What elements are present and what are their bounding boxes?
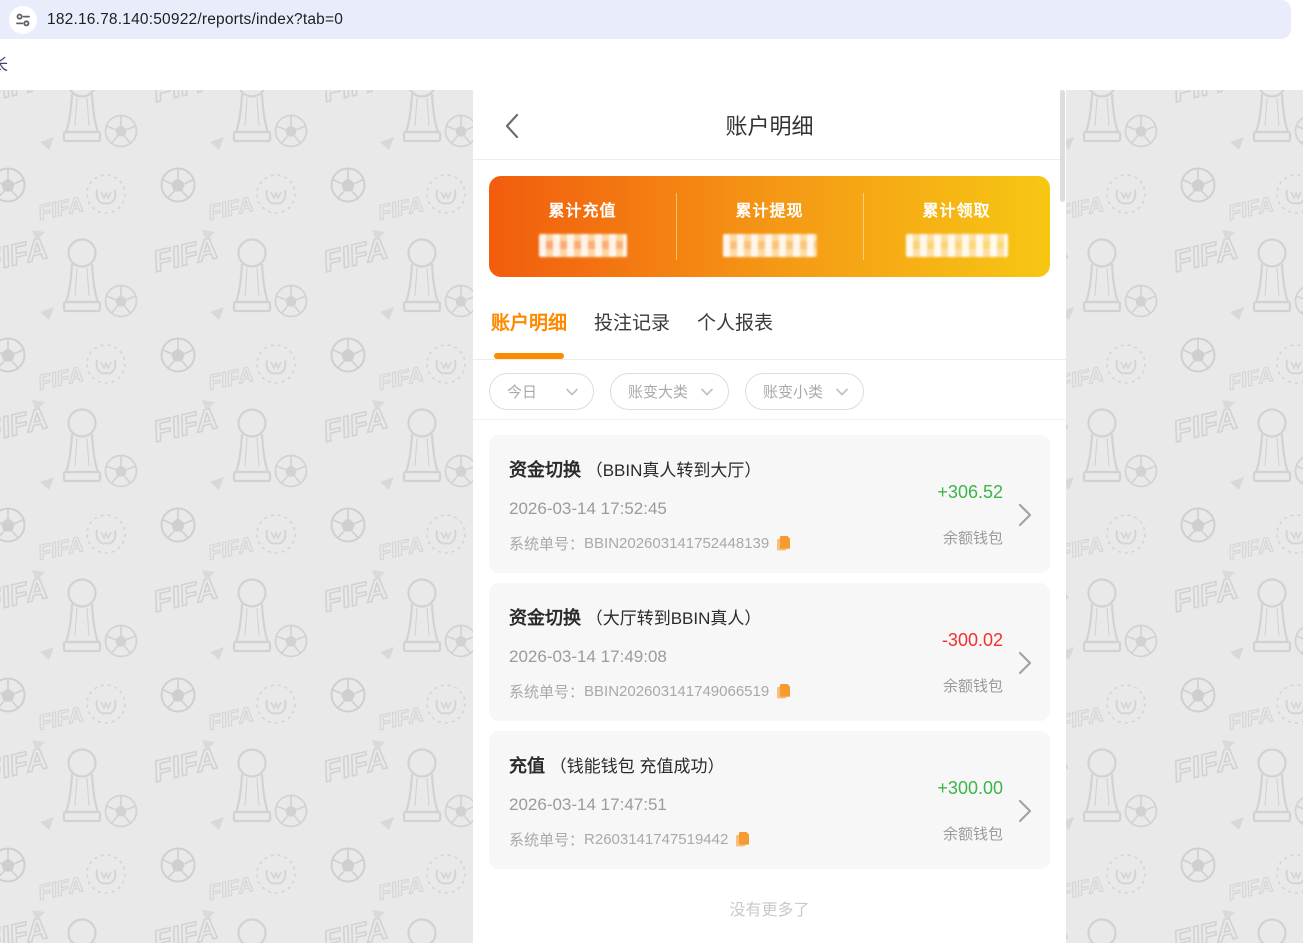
- transaction-amount: +306.52: [937, 482, 1003, 503]
- filter-major-type-dropdown[interactable]: 账变大类: [610, 373, 729, 410]
- transaction-list: 资金切换 （BBIN真人转到大厅） 2026-03-14 17:52:45 系统单号…: [473, 420, 1066, 869]
- filter-minor-type-dropdown[interactable]: 账变小类: [745, 373, 864, 410]
- transaction-info: 资金切换 （BBIN真人转到大厅） 2026-03-14 17:52:45 系统单号…: [509, 456, 937, 573]
- transaction-row[interactable]: 资金切换 （大厅转到BBIN真人） 2026-03-14 17:49:08 系统单号…: [489, 583, 1050, 721]
- panel-scrollbar-thumb[interactable]: [1060, 90, 1065, 202]
- transaction-title: 充值 （钱能钱包 充值成功）: [509, 752, 937, 778]
- transaction-amount: -300.02: [942, 630, 1003, 651]
- transaction-title: 资金切换 （大厅转到BBIN真人）: [509, 604, 942, 630]
- order-number-label: 系统单号：: [509, 681, 584, 702]
- transaction-type: 资金切换: [509, 608, 581, 628]
- tab-bet-records[interactable]: 投注记录: [594, 313, 670, 359]
- copy-icon[interactable]: [776, 683, 791, 700]
- transaction-row[interactable]: 充值 （钱能钱包 充值成功） 2026-03-14 17:47:51 系统单号：R2…: [489, 731, 1050, 869]
- order-number-row: 系统单号：BBIN202603141749066519: [509, 681, 942, 702]
- transaction-amount-block: +300.00 余额钱包: [937, 752, 1003, 869]
- copy-icon[interactable]: [735, 831, 750, 848]
- filter-date-dropdown[interactable]: 今日: [489, 373, 594, 410]
- order-number: BBIN202603141749066519: [584, 683, 769, 700]
- chevron-right-icon: [1018, 651, 1032, 675]
- transaction-datetime: 2026-03-14 17:47:51: [509, 795, 937, 815]
- order-number-label: 系统单号：: [509, 533, 584, 554]
- order-number-label: 系统单号：: [509, 829, 584, 850]
- transaction-type: 充值: [509, 756, 545, 776]
- filter-label: 账变大类: [628, 381, 688, 402]
- copy-icon[interactable]: [776, 535, 791, 552]
- chevron-down-icon: [836, 383, 848, 400]
- transaction-datetime: 2026-03-14 17:49:08: [509, 647, 942, 667]
- filter-label: 账变小类: [763, 381, 823, 402]
- back-button[interactable]: [504, 113, 520, 139]
- masked-value: [723, 234, 817, 257]
- no-more-text: 没有更多了: [473, 896, 1066, 920]
- tab-personal-report[interactable]: 个人报表: [697, 313, 773, 359]
- transaction-amount-block: +306.52 余额钱包: [937, 456, 1003, 573]
- browser-address-bar[interactable]: 182.16.78.140:50922/reports/index?tab=0: [0, 0, 1291, 39]
- wallet-label: 余额钱包: [943, 527, 1003, 548]
- account-panel: 账户明细 累计充值累计提现累计领取 账户明细投注记录个人报表 今日账变大类账变小…: [473, 90, 1066, 943]
- site-settings-icon[interactable]: [9, 6, 37, 34]
- panel-header: 账户明细: [473, 90, 1066, 160]
- chevron-right-icon: [1018, 503, 1032, 527]
- transaction-datetime: 2026-03-14 17:52:45: [509, 499, 937, 519]
- transaction-subtitle: （大厅转到BBIN真人）: [581, 609, 761, 628]
- chevron-right-icon: [1018, 799, 1032, 823]
- summary-card: 累计充值 累计提现 累计领取: [489, 176, 1050, 277]
- transaction-subtitle: （钱能钱包 充值成功）: [545, 757, 724, 776]
- summary-item-1: 累计提现: [676, 176, 863, 277]
- transaction-type: 资金切换: [509, 460, 581, 480]
- page-title: 账户明细: [725, 109, 813, 141]
- chevron-down-icon: [566, 383, 578, 400]
- filter-bar: 今日 账变大类 账变小类: [489, 373, 1050, 410]
- wallet-label: 余额钱包: [943, 675, 1003, 696]
- summary-item-0: 累计充值: [489, 176, 676, 277]
- order-number: R2603141747519442: [584, 831, 728, 848]
- chevron-down-icon: [701, 383, 713, 400]
- filter-label: 今日: [507, 381, 537, 402]
- transaction-info: 充值 （钱能钱包 充值成功） 2026-03-14 17:47:51 系统单号：R2…: [509, 752, 937, 869]
- transaction-amount-block: -300.02 余额钱包: [942, 604, 1003, 721]
- tab-bar: 账户明细投注记录个人报表: [491, 313, 1066, 359]
- wallet-label: 余额钱包: [943, 823, 1003, 844]
- order-number: BBIN202603141752448139: [584, 535, 769, 552]
- tab-account-details[interactable]: 账户明细: [491, 313, 567, 359]
- clipped-text-fragment: 长: [0, 51, 8, 75]
- masked-value: [906, 234, 1008, 257]
- summary-item-2: 累计领取: [863, 176, 1050, 277]
- transaction-amount: +300.00: [937, 778, 1003, 799]
- url-text[interactable]: 182.16.78.140:50922/reports/index?tab=0: [47, 11, 343, 29]
- summary-label: 累计提现: [735, 197, 803, 221]
- summary-label: 累计领取: [922, 197, 990, 221]
- transaction-row[interactable]: 资金切换 （BBIN真人转到大厅） 2026-03-14 17:52:45 系统单号…: [489, 435, 1050, 573]
- transaction-subtitle: （BBIN真人转到大厅）: [581, 461, 761, 480]
- order-number-row: 系统单号：BBIN202603141752448139: [509, 533, 937, 554]
- tabs-divider: [473, 359, 1066, 360]
- transaction-title: 资金切换 （BBIN真人转到大厅）: [509, 456, 937, 482]
- masked-value: [539, 234, 627, 257]
- summary-label: 累计充值: [548, 197, 616, 221]
- transaction-info: 资金切换 （大厅转到BBIN真人） 2026-03-14 17:49:08 系统单号…: [509, 604, 942, 721]
- order-number-row: 系统单号：R2603141747519442: [509, 829, 937, 850]
